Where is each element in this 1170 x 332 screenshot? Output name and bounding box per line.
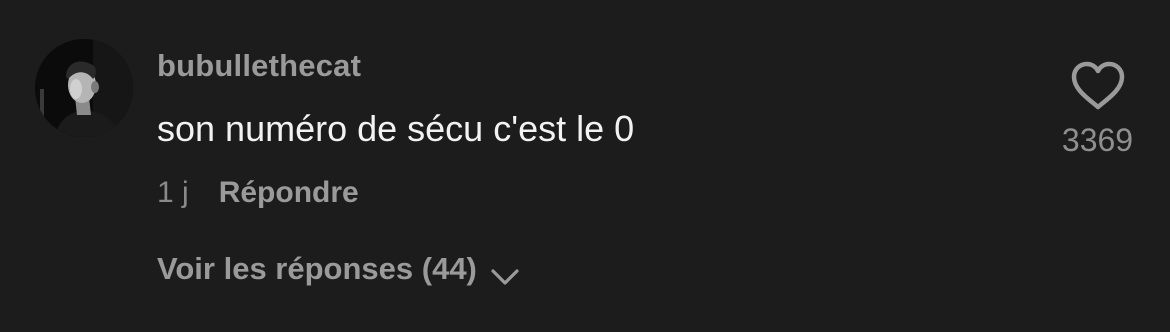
avatar[interactable] (35, 39, 133, 137)
like-button[interactable]: 3369 (1050, 60, 1145, 159)
comment-timestamp: 1 j (157, 176, 189, 209)
like-count: 3369 (1061, 122, 1134, 158)
comment-meta: 1 j Répondre (157, 176, 359, 210)
comment-item: bubullethecat son numéro de sécu c'est l… (0, 0, 1170, 332)
chevron-down-icon (489, 259, 521, 285)
view-replies-label: Voir les réponses (44) (157, 251, 477, 286)
username[interactable]: bubullethecat (157, 48, 361, 84)
heart-icon[interactable] (1070, 60, 1126, 112)
comment-text: son numéro de sécu c'est le 0 (157, 108, 635, 149)
reply-button[interactable]: Répondre (219, 176, 359, 210)
view-replies-button[interactable]: Voir les réponses (44) (157, 251, 521, 287)
